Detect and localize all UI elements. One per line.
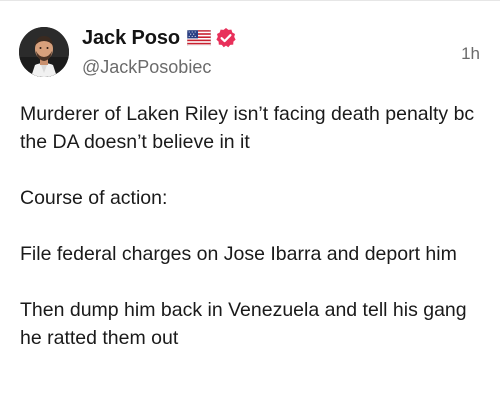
post-paragraph: Then dump him back in Venezuela and tell…	[20, 299, 467, 349]
post-card[interactable]: Jack Poso @JackPosobiec 1h Murderer of L…	[0, 0, 500, 402]
post-paragraph: Course of action:	[20, 187, 168, 209]
post-body: Murderer of Laken Riley isn’t facing dea…	[20, 100, 485, 380]
avatar[interactable]	[19, 27, 69, 77]
post-header: Jack Poso @JackPosobiec	[82, 25, 237, 78]
verified-badge-icon	[215, 27, 237, 49]
post-paragraph: Murderer of Laken Riley isn’t facing dea…	[20, 103, 475, 153]
post-paragraph: File federal charges on Jose Ibarra and …	[20, 243, 457, 265]
user-handle[interactable]: @JackPosobiec	[82, 57, 237, 78]
name-row: Jack Poso	[82, 25, 237, 51]
post-timestamp[interactable]: 1h	[461, 44, 480, 64]
us-flag-icon	[186, 29, 212, 47]
display-name[interactable]: Jack Poso	[82, 27, 180, 50]
avatar-photo	[19, 27, 69, 77]
